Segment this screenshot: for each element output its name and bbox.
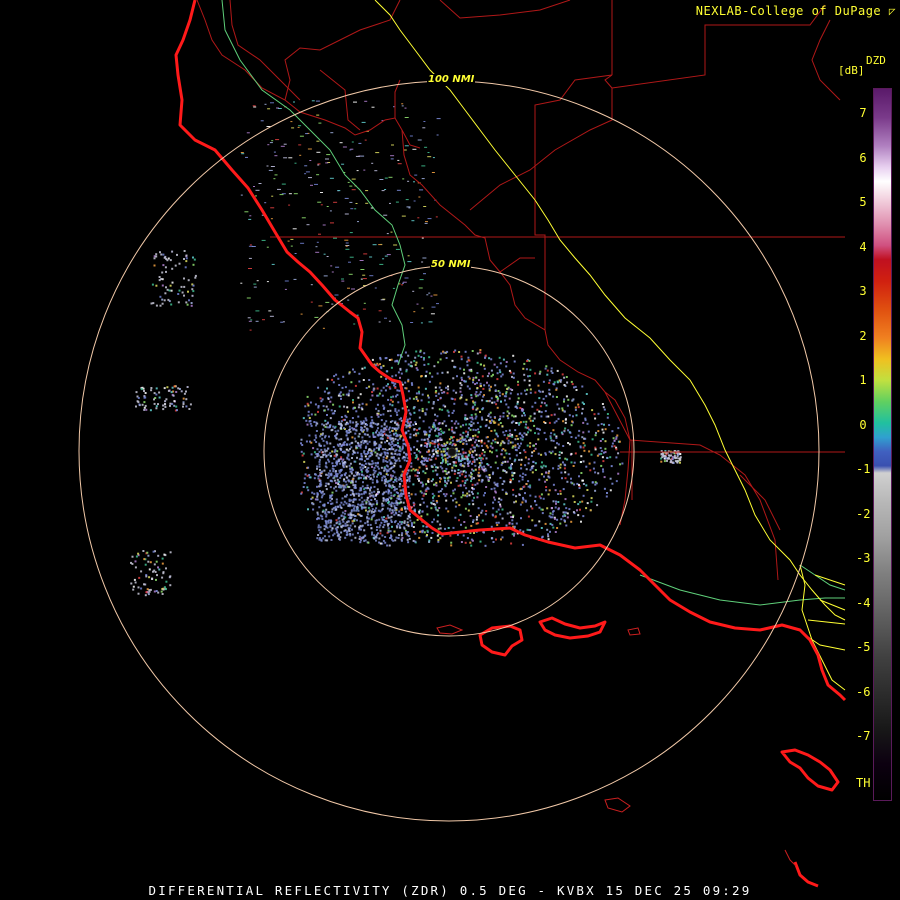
colorbar-tick: TH xyxy=(856,775,871,790)
colorbar-tick: -1 xyxy=(856,462,871,476)
colorbar-tick: 3 xyxy=(859,284,867,298)
colorbar-title: DZD xyxy=(866,54,886,67)
range-ring-label-50: 50 NMI xyxy=(430,259,472,271)
colorbar-unit: [dB] xyxy=(838,64,865,77)
colorbar-tick: 1 xyxy=(859,373,867,387)
colorbar-tick: 4 xyxy=(859,239,867,254)
colorbar-tick: -6 xyxy=(856,684,871,699)
colorbar-tick: 5 xyxy=(859,195,867,209)
colorbar-tick: -3 xyxy=(856,551,871,565)
colorbar-tick: 7 xyxy=(859,106,867,120)
colorbar-tick: 6 xyxy=(859,150,867,165)
colorbar-tick: 2 xyxy=(859,328,867,343)
credit-label: NEXLAB-College of DuPage ◸ xyxy=(696,4,896,18)
colorbar-tick: -5 xyxy=(856,640,871,654)
product-footer: DIFFERENTIAL REFLECTIVITY (ZDR) 0.5 DEG … xyxy=(148,883,752,898)
colorbar-tick: -4 xyxy=(856,595,871,610)
colorbar-tick: -7 xyxy=(856,729,871,743)
credit-text: NEXLAB-College of DuPage xyxy=(695,4,882,18)
cod-logo-icon: ◸ xyxy=(888,5,896,18)
colorbar-tick: -2 xyxy=(856,506,871,521)
colorbar-tick: 0 xyxy=(859,417,867,432)
radar-site xyxy=(447,447,457,457)
radar-map xyxy=(0,0,900,900)
colorbar xyxy=(873,88,892,801)
range-ring-label-100: 100 NMI xyxy=(427,74,476,86)
